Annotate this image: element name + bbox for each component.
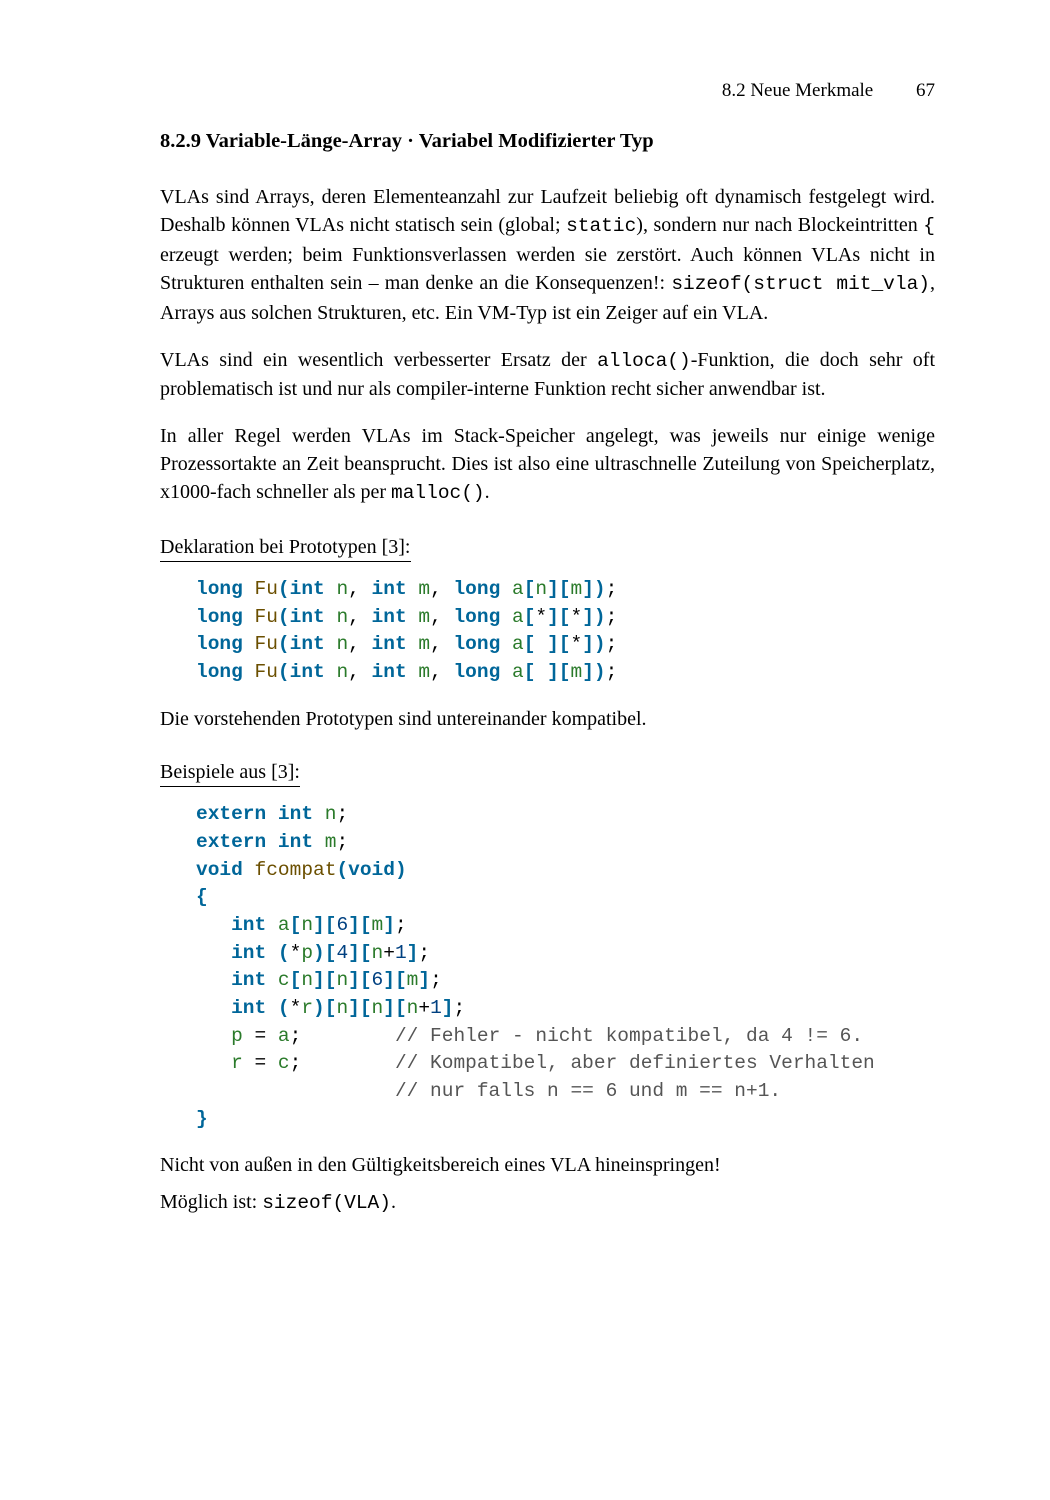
p1-c3: sizeof(struct mit_vla): [671, 273, 930, 295]
p2-c1: alloca(): [597, 350, 691, 372]
label-prototypes: Deklaration bei Prototypen [3]:: [160, 536, 411, 562]
section-title: 8.2.9 Variable-Länge-Array · Variabel Mo…: [160, 130, 935, 153]
code-block-prototypes: long Fu(int n, int m, long a[n][m]); lon…: [196, 576, 935, 687]
paragraph-4: Die vorstehenden Prototypen sind unterei…: [160, 705, 935, 733]
p1-t2: ), sondern nur nach Blockeintritten: [636, 214, 923, 236]
page: 8.2 Neue Merkmale 67 8.2.9 Variable-Läng…: [0, 0, 1050, 1500]
running-header: 8.2 Neue Merkmale 67: [160, 80, 935, 102]
p3-t2: .: [485, 481, 490, 503]
p1-c1: static: [566, 215, 636, 237]
header-section: 8.2 Neue Merkmale: [722, 80, 873, 101]
code-block-examples: extern int n; extern int m; void fcompat…: [196, 801, 935, 1133]
p3-c1: malloc(): [391, 482, 485, 504]
label-examples: Beispiele aus [3]:: [160, 761, 300, 787]
paragraph-3: In aller Regel werden VLAs im Stack-Spei…: [160, 422, 935, 508]
header-page-number: 67: [916, 80, 935, 101]
paragraph-1: VLAs sind Arrays, deren Elementeanzahl z…: [160, 183, 935, 328]
p6-c1: sizeof(VLA): [262, 1192, 391, 1214]
paragraph-5: Nicht von außen in den Gültigkeitsbereic…: [160, 1151, 935, 1179]
paragraph-6: Möglich ist: sizeof(VLA).: [160, 1188, 935, 1218]
p6-t1: Möglich ist:: [160, 1191, 262, 1213]
p1-c2: {: [923, 215, 935, 237]
paragraph-2: VLAs sind ein wesentlich verbesserter Er…: [160, 346, 935, 404]
p3-t1: In aller Regel werden VLAs im Stack-Spei…: [160, 425, 935, 504]
p6-t2: .: [391, 1191, 396, 1213]
p2-t1: VLAs sind ein wesentlich verbesserter Er…: [160, 349, 597, 371]
